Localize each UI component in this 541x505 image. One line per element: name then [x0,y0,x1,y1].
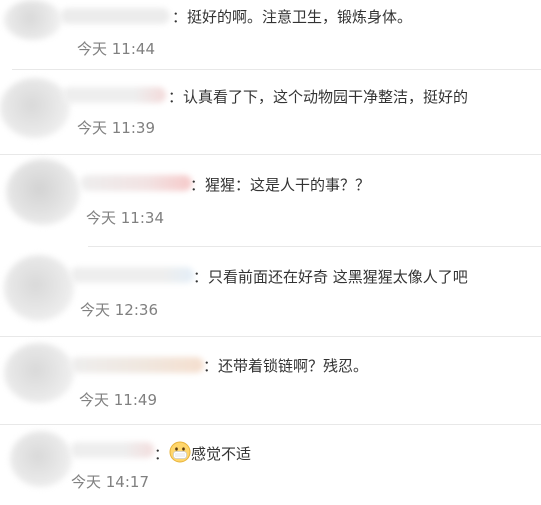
comment-time: 今天 11:34 [86,209,164,227]
comment-item: ：还带着锁链啊？残忍。 今天 11:49 [0,337,541,425]
comment-line: ：猩猩：这是人干的事？？ [190,175,370,195]
comment-time: 今天 11:44 [77,40,155,58]
comment-item: ：只看前面还在好奇 这黑猩猩太像人了吧 今天 12:36 [0,247,541,337]
comment-colon: ： [154,445,170,463]
comment-line: ：还带着锁链啊？残忍。 [203,356,368,376]
username[interactable] [70,442,154,458]
comment-text: 还带着锁链啊？残忍。 [218,357,369,375]
avatar[interactable] [4,0,62,40]
avatar[interactable] [6,159,80,225]
comment-text: 感觉不适 [191,445,252,463]
avatar[interactable] [4,343,74,403]
comment-colon: ： [190,176,206,194]
comment-text: 认真看了下，这个动物园干净整洁，挺好的 [183,88,469,106]
comment-item: ：认真看了下，这个动物园干净整洁，挺好的 今天 11:39 [0,70,541,155]
comment-colon: ： [193,268,209,286]
username[interactable] [62,87,166,103]
comment-item: ：挺好的啊。注意卫生，锻炼身体。 今天 11:44 [0,0,541,70]
username[interactable] [80,175,192,191]
comment-colon: ： [172,8,188,26]
comment-time: 今天 11:49 [79,391,157,409]
comment-text: 猩猩：这是人干的事？？ [205,176,371,194]
username[interactable] [70,267,194,283]
comment-line: ：只看前面还在好奇 这黑猩猩太像人了吧 [193,267,468,287]
comment-line: ：挺好的啊。注意卫生，锻炼身体。 [172,7,412,27]
comment-colon: ： [168,88,184,106]
comment-time: 今天 12:36 [80,301,158,319]
comment-text: 挺好的啊。注意卫生，锻炼身体。 [187,8,413,26]
comment-time: 今天 11:39 [77,119,155,137]
avatar[interactable] [0,78,70,138]
comment-time: 今天 14:17 [71,473,149,491]
comment-line: ： 感觉不适 [154,441,251,464]
comment-line: ：认真看了下，这个动物园干净整洁，挺好的 [168,87,468,107]
comment-item: ：猩猩：这是人干的事？？ 今天 11:34 [0,155,541,247]
mask-face-icon [169,441,191,463]
comment-text: 只看前面还在好奇 这黑猩猩太像人了吧 [208,268,468,286]
comment-item: ： 感觉不适 今天 14:17 [0,425,541,505]
comment-colon: ： [203,357,219,375]
avatar[interactable] [4,255,74,321]
avatar[interactable] [10,431,72,487]
username[interactable] [70,357,204,373]
username[interactable] [60,8,170,24]
